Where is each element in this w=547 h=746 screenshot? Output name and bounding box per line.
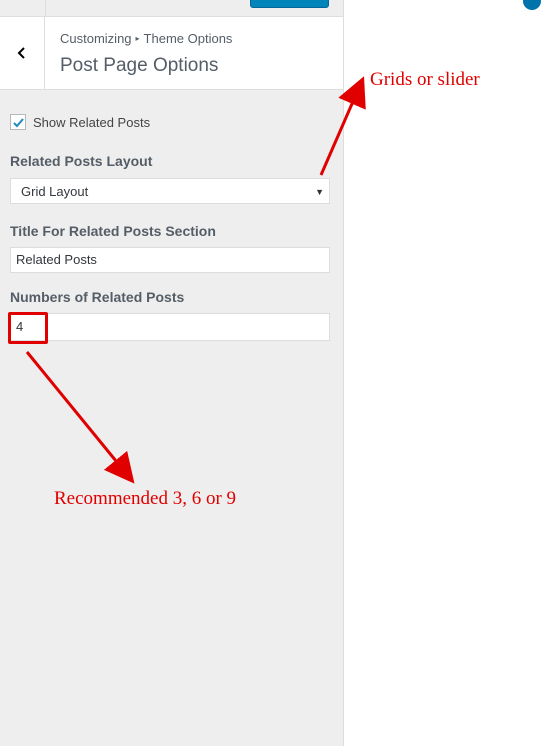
layout-arrow (319, 76, 366, 176)
count-arrow (25, 351, 135, 484)
layout-annotation: Grids or slider (370, 69, 480, 90)
annotation-arrows (25, 76, 366, 484)
count-annotation: Recommended 3, 6 or 9 (54, 488, 237, 509)
